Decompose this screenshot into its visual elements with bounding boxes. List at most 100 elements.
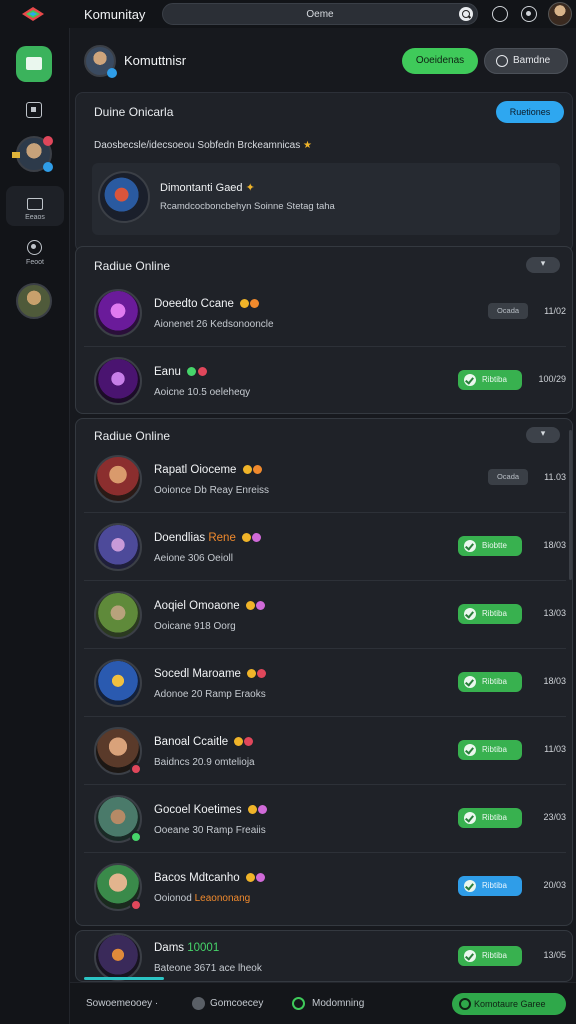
bottom-card: Dams 10001 Bateone 3671 ace lheok Ribtib… xyxy=(75,930,573,982)
list-item[interactable]: Socedl Maroame Adonoe 20 Ramp Eraoks Rib… xyxy=(84,649,566,717)
list-item[interactable]: Aoqiel Omoaone Ooicane 918 Oorg Ribtiba … xyxy=(84,581,566,649)
search-value: Oeme xyxy=(306,9,334,20)
verified-badge xyxy=(43,162,53,172)
bottom-item-label[interactable]: Gomcoecey xyxy=(210,998,263,1009)
online-card-2: Radiue Online Rapatl Oioceme Ooionce Db … xyxy=(75,418,573,926)
sidebar-user-avatar[interactable] xyxy=(12,136,53,172)
medal-icon xyxy=(250,299,260,308)
list-item-subtitle: Aeione 306 Oeioll xyxy=(154,553,233,564)
status-button[interactable]: Ribtiba xyxy=(458,808,522,828)
status-button[interactable]: Ribtiba xyxy=(458,946,522,966)
app-logo-icon[interactable] xyxy=(20,5,46,23)
check-icon xyxy=(464,374,476,386)
status-button[interactable]: Biobtte xyxy=(458,536,522,556)
list-item-name: Bacos Mdtcanho xyxy=(154,872,265,884)
check-icon xyxy=(464,950,476,962)
app-title: Komunitay xyxy=(84,7,146,22)
group-icon xyxy=(192,997,205,1010)
list-item[interactable]: Banoal Ccaitle Baidncs 20.9 omtelioja Ri… xyxy=(84,717,566,785)
flag-badge xyxy=(12,152,20,158)
top-bar: Komunitay Oeme xyxy=(0,0,576,28)
list-item[interactable]: Bacos Mdtcanho Ooionod Leaononang Ribtib… xyxy=(84,853,566,921)
list-item[interactable]: Rapatl Oioceme Ooionce Db Reay Enreiss O… xyxy=(84,445,566,513)
card-title: Duine Onicarla xyxy=(94,105,174,119)
notifications-icon[interactable] xyxy=(521,6,537,22)
status-button[interactable]: Ribtiba xyxy=(458,604,522,624)
secondary-button[interactable]: Bamdne xyxy=(484,48,568,74)
status-button[interactable]: Ribtiba xyxy=(458,876,522,896)
settings-icon[interactable] xyxy=(492,6,508,22)
check-icon xyxy=(464,676,476,688)
list-item-subtitle: Bateone 3671 ace lheok xyxy=(154,963,262,974)
list-item-date: 11/03 xyxy=(544,744,566,754)
medal-icon xyxy=(247,805,257,814)
page-title: Komuttnisr xyxy=(124,53,187,68)
bottom-bar: Sowoemeooey · Gomcoecey Modomning Komota… xyxy=(70,982,576,1024)
list-item-date: 18/03 xyxy=(543,676,566,686)
check-icon xyxy=(464,608,476,620)
status-button[interactable]: Ribtiba xyxy=(458,672,522,692)
sidebar-item-label: Eeaos xyxy=(25,214,45,221)
sidebar-user-avatar-2[interactable] xyxy=(16,283,52,319)
medal-icon xyxy=(255,873,265,882)
search-icon[interactable] xyxy=(459,7,473,21)
card-description: Daosbecsle/idecsoeou Sobfedn Brckeamnica… xyxy=(94,140,312,151)
status-button[interactable]: Ribtiba xyxy=(458,370,522,390)
status-dot xyxy=(130,899,142,911)
featured-avatar xyxy=(98,171,150,223)
featured-pill-button[interactable]: Ruetiones xyxy=(496,101,564,123)
list-item[interactable]: Gocoel Koetimes Ooeane 30 Ramp Freaiis R… xyxy=(84,785,566,853)
list-item-avatar xyxy=(94,289,142,337)
featured-title: Dimontanti Gaed ✦ xyxy=(160,182,255,194)
status-dot xyxy=(130,831,142,843)
header-avatar[interactable] xyxy=(84,45,117,78)
collapse-toggle[interactable] xyxy=(526,427,560,443)
list-item[interactable]: Dams 10001 Bateone 3671 ace lheok Ribtib… xyxy=(84,923,566,983)
primary-button[interactable]: Ooeidenas xyxy=(402,48,478,74)
card-title: Radiue Online xyxy=(94,259,171,273)
chest-icon[interactable] xyxy=(27,198,43,210)
list-item-avatar xyxy=(94,727,142,775)
gear-icon[interactable] xyxy=(27,240,42,255)
card-title: Radiue Online xyxy=(94,429,171,443)
list-item-date: 13/03 xyxy=(543,608,566,618)
medal-icon xyxy=(234,737,244,746)
check-icon xyxy=(464,744,476,756)
square-icon[interactable] xyxy=(26,102,42,118)
list-item-name: Socedl Maroame xyxy=(154,668,267,680)
bottom-action-button[interactable]: Komotaure Garee xyxy=(452,993,566,1015)
list-item-subtitle: Ooionod Leaononang xyxy=(154,893,251,904)
bottom-item-label[interactable]: Sowoemeooey · xyxy=(86,998,158,1009)
medal-icon xyxy=(244,737,254,746)
list-item[interactable]: Doeedto Ccane Aionenet 26 Kedsonooncle O… xyxy=(84,279,566,347)
list-item[interactable]: Eanu Aoicne 10.5 oeleheqy Ribtiba 100/29 xyxy=(84,347,566,415)
featured-item[interactable]: Dimontanti Gaed ✦ Rcamdcocboncbehyn Soin… xyxy=(92,163,560,235)
featured-subtitle: Rcamdcocboncbehyn Soinne Stetag taha xyxy=(160,201,335,212)
sidebar-item-label: Feoot xyxy=(26,259,44,266)
list-item-subtitle: Baidncs 20.9 omtelioja xyxy=(154,757,255,768)
home-icon[interactable] xyxy=(16,46,52,82)
list-item-avatar xyxy=(94,455,142,503)
medal-icon xyxy=(252,533,262,542)
fire-icon: ✦ xyxy=(245,182,255,194)
list-item-name: Rapatl Oioceme xyxy=(154,464,262,476)
list-item-date: 13/05 xyxy=(543,950,566,960)
medal-icon xyxy=(242,465,252,474)
circle-icon xyxy=(496,55,508,67)
list-item[interactable]: Doendlias Rene Aeione 306 Oeioll Biobtte… xyxy=(84,513,566,581)
status-button[interactable]: Ribtiba xyxy=(458,740,522,760)
list-item-name: Doeedto Ccane xyxy=(154,298,260,310)
list-item-date: 100/29 xyxy=(538,374,566,384)
medal-icon xyxy=(242,533,252,542)
highlight-text: Leaononang xyxy=(194,893,251,904)
scrollbar-thumb[interactable] xyxy=(569,430,572,580)
list-item-date: 18/03 xyxy=(543,540,566,550)
collapse-toggle[interactable] xyxy=(526,257,560,273)
star-icon: ★ xyxy=(303,140,312,151)
list-item-subtitle: Ooicane 918 Oorg xyxy=(154,621,236,632)
user-avatar[interactable] xyxy=(548,2,572,26)
search-input[interactable]: Oeme xyxy=(162,3,478,25)
bottom-item-label[interactable]: Modomning xyxy=(312,998,364,1009)
medal-icon xyxy=(245,873,255,882)
list-item-date: 11.03 xyxy=(544,472,566,482)
